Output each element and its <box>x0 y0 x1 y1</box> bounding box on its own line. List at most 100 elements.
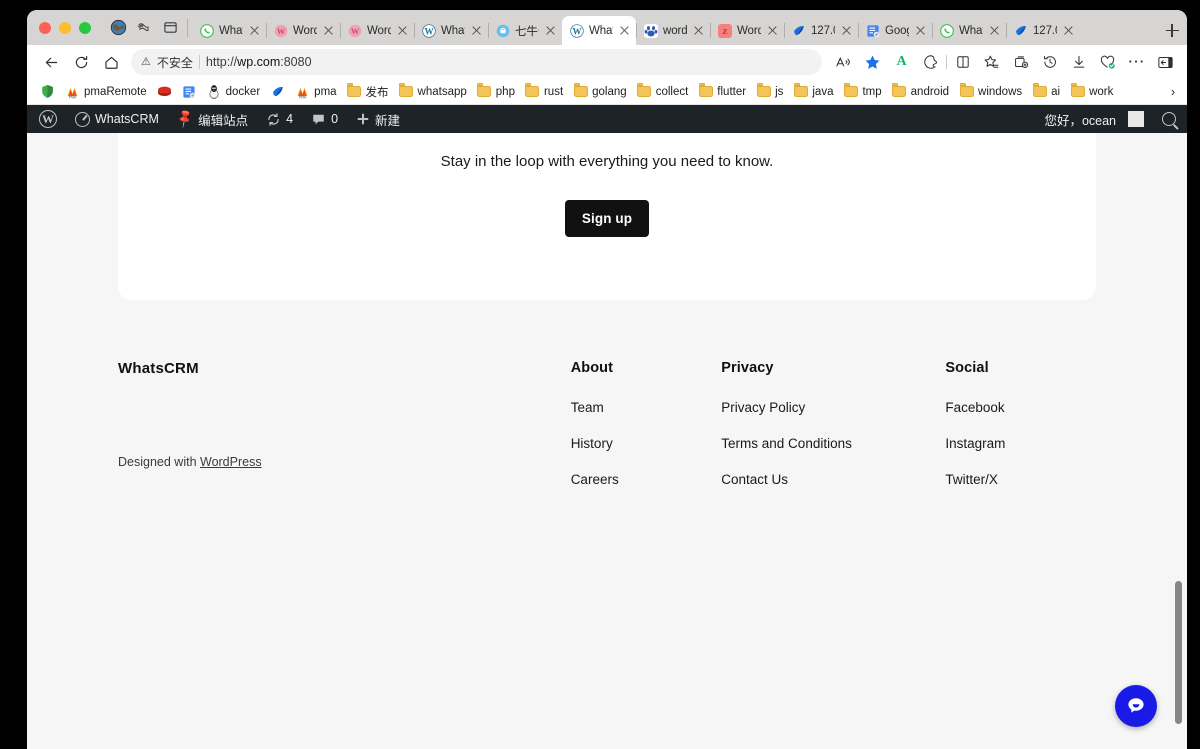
admin-bar-comments[interactable]: 0 <box>302 105 347 133</box>
extensions-health-icon[interactable] <box>1094 49 1121 76</box>
live-chat-bubble-button[interactable] <box>1115 685 1157 727</box>
minimize-window-button[interactable] <box>59 21 71 34</box>
tab-close-icon[interactable] <box>840 24 853 37</box>
bookmark-item[interactable]: golang <box>568 82 632 101</box>
browser-tab[interactable]: W Word <box>266 16 340 45</box>
favorite-star-icon[interactable] <box>859 49 886 76</box>
admin-bar-search[interactable] <box>1153 105 1185 133</box>
wordpress-credit-link[interactable]: WordPress <box>200 455 262 469</box>
bookmark-item[interactable]: php <box>472 82 520 101</box>
add-favorite-icon[interactable] <box>978 49 1005 76</box>
browser-tab[interactable]: W What <box>562 16 636 45</box>
comment-icon <box>313 114 324 124</box>
settings-and-more-icon[interactable]: ⋯ <box>1123 49 1150 76</box>
admin-bar-my-account[interactable]: 您好，ocean <box>1035 105 1153 133</box>
grammarly-icon[interactable]: A <box>888 49 915 76</box>
bookmark-item[interactable]: java <box>788 82 838 101</box>
tab-close-icon[interactable] <box>914 24 927 37</box>
close-window-button[interactable] <box>39 21 51 34</box>
bookmark-item[interactable]: 发布 <box>342 82 394 102</box>
admin-bar-edit-site[interactable]: 📌 编辑站点 <box>168 105 257 133</box>
footer-link-instagram[interactable]: Instagram <box>945 436 1096 451</box>
bookmark-item[interactable]: flutter <box>693 82 751 101</box>
bookmark-item[interactable] <box>35 82 60 101</box>
bookmark-item[interactable]: PMA pmaRemote <box>60 82 152 101</box>
page-scrollbar-thumb[interactable] <box>1175 581 1182 724</box>
browser-tab[interactable]: W Word <box>340 16 414 45</box>
footer-link-contact-us[interactable]: Contact Us <box>721 472 945 487</box>
bookmark-label: golang <box>592 85 627 98</box>
bookmark-item[interactable]: whatsapp <box>394 82 472 101</box>
bookmark-item[interactable]: tmp <box>838 82 886 101</box>
footer-link-facebook[interactable]: Facebook <box>945 400 1096 415</box>
reload-button[interactable] <box>67 48 95 76</box>
downloads-icon[interactable] <box>1065 49 1092 76</box>
bookmark-item[interactable] <box>177 82 202 101</box>
collections-icon[interactable] <box>1007 49 1034 76</box>
tab-close-icon[interactable] <box>692 24 705 37</box>
admin-bar-updates[interactable]: 4 <box>257 105 302 133</box>
browser-tab[interactable]: 127.0 <box>784 16 858 45</box>
footer-link-team[interactable]: Team <box>571 400 722 415</box>
bookmark-item[interactable]: ai <box>1027 82 1065 101</box>
split-screen-icon[interactable] <box>949 49 976 76</box>
bookmark-item[interactable]: js <box>751 82 788 101</box>
wordpress-logo-icon[interactable]: W <box>29 105 66 133</box>
tab-close-icon[interactable] <box>470 24 483 37</box>
tab-separator <box>710 23 711 38</box>
tab-close-icon[interactable] <box>988 24 1001 37</box>
wordpress-blue-icon: W <box>570 23 584 38</box>
footer-link-history[interactable]: History <box>571 436 722 451</box>
copilot-icon[interactable] <box>131 10 157 45</box>
maximize-window-button[interactable] <box>79 21 91 34</box>
admin-bar-site-name[interactable]: WhatsCRM <box>66 105 168 133</box>
bookmark-item[interactable]: collect <box>632 82 694 101</box>
history-icon[interactable] <box>1036 49 1063 76</box>
browser-tab[interactable]: Goog <box>858 16 932 45</box>
svg-text:W: W <box>277 27 286 36</box>
bookmark-item[interactable]: android <box>887 82 954 101</box>
split-view-icon[interactable] <box>157 10 183 45</box>
bookmark-item[interactable]: rust <box>520 82 568 101</box>
tab-close-icon[interactable] <box>766 24 779 37</box>
sidebar-toggle-icon[interactable] <box>1152 49 1179 76</box>
tab-separator <box>266 23 267 38</box>
tab-close-icon[interactable] <box>248 24 261 37</box>
bookmarks-overflow-button[interactable]: › <box>1163 84 1183 99</box>
page-scrollbar[interactable] <box>1171 133 1185 749</box>
footer-link-twitter-x[interactable]: Twitter/X <box>945 472 1096 487</box>
folder-icon <box>347 83 362 99</box>
browser-tab[interactable]: 127.0 <box>1006 16 1080 45</box>
back-button[interactable] <box>37 48 65 76</box>
toolbar-divider-2 <box>946 55 947 69</box>
footer-link-terms[interactable]: Terms and Conditions <box>721 436 945 451</box>
browser-essentials-icon[interactable] <box>917 49 944 76</box>
bookmark-item[interactable]: windows <box>954 82 1027 101</box>
tab-close-icon[interactable] <box>618 24 631 37</box>
browser-tab[interactable]: What <box>932 16 1006 45</box>
bookmark-item[interactable]: PMA pma <box>290 82 341 101</box>
footer-link-careers[interactable]: Careers <box>571 472 722 487</box>
globe-icon[interactable] <box>105 10 131 45</box>
bookmark-item[interactable]: docker <box>202 82 266 101</box>
newsletter-subtitle: Stay in the loop with everything you nee… <box>440 153 774 170</box>
read-aloud-icon[interactable] <box>830 49 857 76</box>
browser-tab[interactable]: word <box>636 16 710 45</box>
footer-link-privacy-policy[interactable]: Privacy Policy <box>721 400 945 415</box>
bookmark-item[interactable]: work <box>1065 82 1118 101</box>
browser-tab[interactable]: W What <box>414 16 488 45</box>
home-button[interactable] <box>97 48 125 76</box>
browser-tab[interactable]: What <box>192 16 266 45</box>
sign-up-button[interactable]: Sign up <box>564 199 650 237</box>
browser-tab[interactable]: Z Word <box>710 16 784 45</box>
admin-bar-new-content[interactable]: 新建 <box>347 105 409 133</box>
tab-close-icon[interactable] <box>544 24 557 37</box>
bookmark-item[interactable] <box>265 82 290 101</box>
bookmark-item[interactable] <box>152 82 177 101</box>
tab-close-icon[interactable] <box>322 24 335 37</box>
address-bar[interactable]: ⚠ 不安全 http://wp.com:8080 <box>131 49 822 75</box>
new-tab-button[interactable] <box>1157 16 1187 45</box>
tab-close-icon[interactable] <box>396 24 409 37</box>
browser-tab[interactable]: 七牛云 <box>488 16 562 45</box>
tab-close-icon[interactable] <box>1062 24 1075 37</box>
